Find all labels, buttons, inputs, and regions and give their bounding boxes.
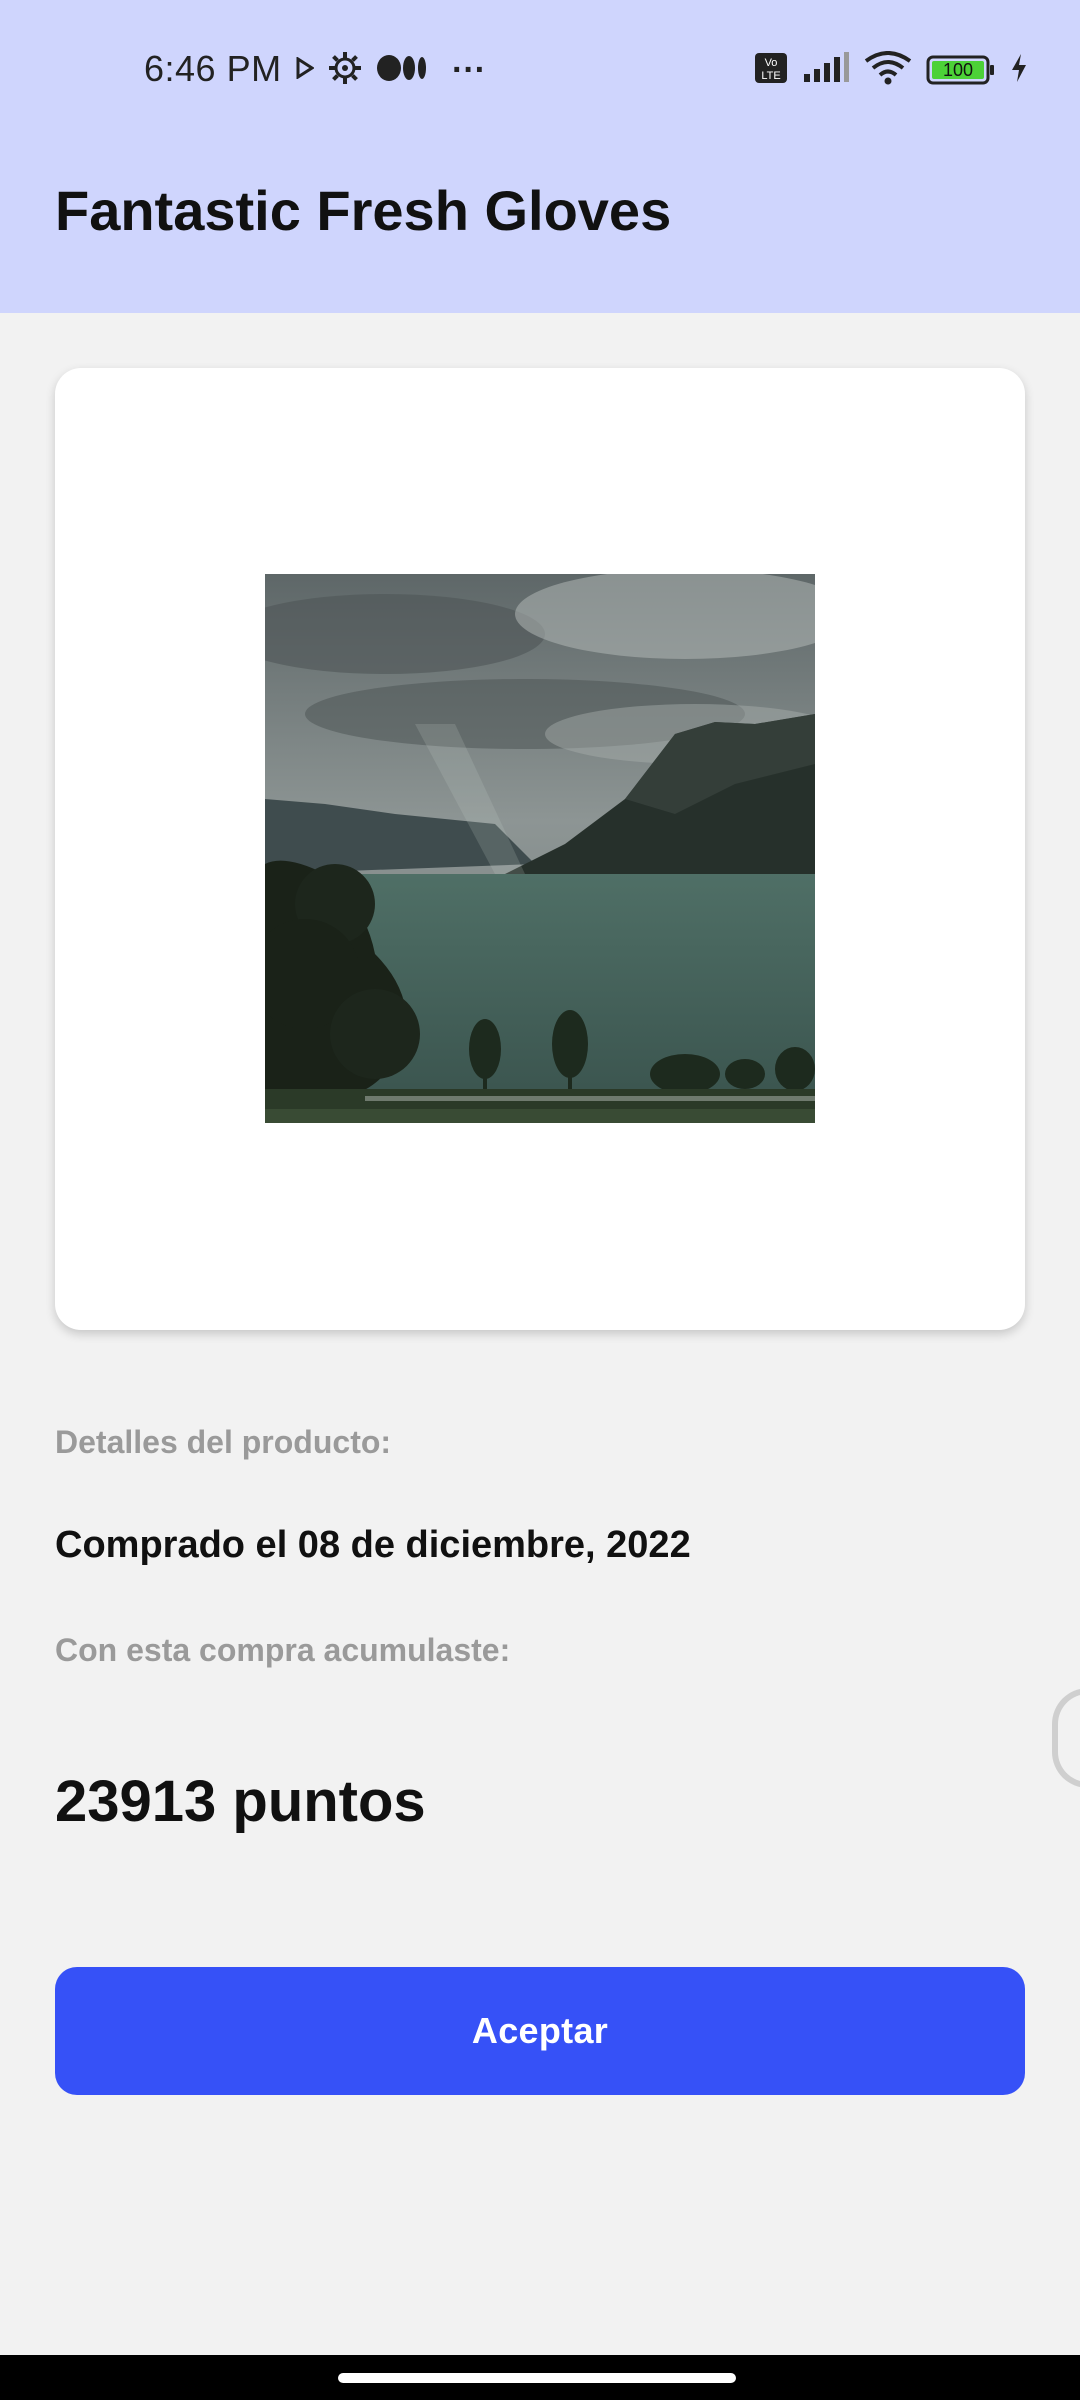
volte-icon: Vo LTE (754, 52, 788, 89)
settings-gear-icon (328, 51, 362, 90)
signal-icon (802, 51, 850, 89)
wifi-icon (864, 50, 912, 90)
product-card (55, 368, 1025, 1330)
play-icon (296, 55, 315, 84)
details-section-label: Detalles del producto: (55, 1424, 392, 1460)
media-dots-icon (376, 53, 428, 88)
accumulated-label: Con esta compra acumulaste: (55, 1632, 511, 1668)
product-image (265, 574, 815, 1123)
status-bar: 6:46 PM ··· Vo LTE 100 (0, 0, 1080, 140)
edge-swipe-handle[interactable] (1052, 1688, 1080, 1788)
accept-button[interactable]: Aceptar (55, 1967, 1025, 2095)
app-header: 6:46 PM ··· Vo LTE 100 Fantastic Fresh G… (0, 0, 1080, 313)
battery-level: 100 (942, 60, 974, 80)
status-left-icons: ··· (296, 50, 486, 90)
page-title: Fantastic Fresh Gloves (55, 179, 672, 242)
home-indicator[interactable] (338, 2373, 736, 2383)
status-right-icons: Vo LTE 100 (754, 50, 1028, 90)
charging-icon (1010, 53, 1028, 88)
overflow-dots-icon: ··· (452, 50, 486, 89)
purchase-date: Comprado el 08 de diciembre, 2022 (55, 1524, 691, 1566)
status-time: 6:46 PM (144, 48, 282, 89)
battery-icon: 100 (926, 54, 996, 86)
svg-text:LTE: LTE (761, 70, 780, 82)
svg-text:Vo: Vo (765, 57, 778, 69)
points-value: 23913 puntos (55, 1769, 426, 1834)
system-nav-bar (0, 2355, 1080, 2400)
